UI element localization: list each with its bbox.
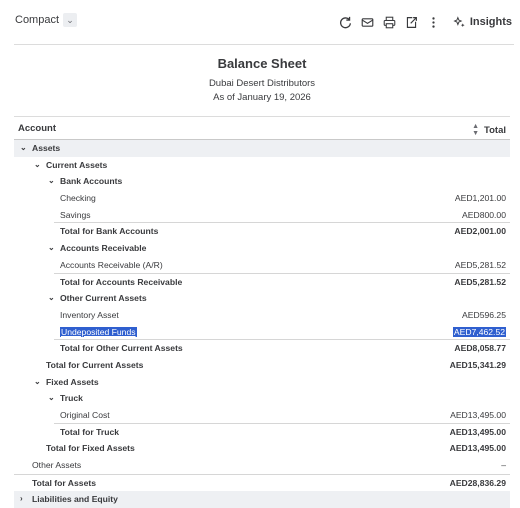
email-icon[interactable] [357, 12, 379, 32]
row-amount[interactable]: AED13,495.00 [450, 443, 506, 453]
table-row[interactable]: Total for Assets AED28,836.29 [14, 475, 510, 492]
row-amount[interactable]: AED1,201.00 [455, 193, 506, 203]
table-row[interactable]: Checking AED1,201.00 [14, 190, 510, 207]
row-label: Liabilities and Equity [32, 494, 118, 505]
row-amount[interactable]: AED2,001.00 [454, 226, 506, 236]
table-row[interactable]: ⌄ Assets [14, 140, 510, 157]
row-label[interactable]: Original Cost [60, 410, 110, 420]
row-label-selected[interactable]: Undeposited Funds [60, 326, 137, 337]
refresh-icon[interactable] [335, 12, 357, 32]
insights-icon [453, 15, 465, 27]
table-header: Account ▲ ▼ Total [14, 116, 510, 140]
row-amount[interactable]: AED28,836.29 [450, 478, 506, 488]
row-label: Truck [60, 393, 83, 404]
row-label[interactable]: Inventory Asset [60, 310, 119, 320]
table-row[interactable]: ⌄ Accounts Receivable [14, 240, 510, 257]
row-amount[interactable]: AED800.00 [462, 210, 506, 220]
chevron-down-icon[interactable]: ⌄ [34, 160, 41, 169]
table-row[interactable]: Total for Accounts Receivable AED5,281.5… [14, 274, 510, 291]
table-row[interactable]: Other Assets – [14, 457, 510, 475]
table-row[interactable]: Total for Fixed Assets AED13,495.00 [14, 440, 510, 457]
table-row[interactable]: Total for Other Current Assets AED8,058.… [14, 340, 510, 357]
row-label[interactable]: Savings [60, 210, 91, 220]
table-row[interactable]: Total for Truck AED13,495.00 [14, 424, 510, 441]
export-icon[interactable] [401, 12, 423, 32]
account-column-header[interactable]: Account [18, 123, 56, 134]
row-label[interactable]: Other Assets [32, 460, 81, 470]
table-row[interactable]: Savings AED800.00 [14, 207, 510, 224]
view-select[interactable]: Compact ⌄ [15, 13, 78, 27]
view-select-label: Compact [15, 14, 60, 26]
row-amount[interactable]: AED15,341.29 [450, 360, 506, 370]
row-label: Other Current Assets [60, 293, 147, 304]
more-icon[interactable] [423, 12, 445, 32]
table-row[interactable]: ⌄ Fixed Assets [14, 374, 510, 391]
row-amount[interactable]: AED8,058.77 [454, 343, 506, 353]
row-label: Total for Fixed Assets [46, 443, 135, 454]
row-label: Current Assets [46, 159, 108, 170]
report-date: As of January 19, 2026 [213, 92, 311, 103]
row-label: Total for Other Current Assets [60, 343, 183, 354]
report-toolbar: Compact ⌄ Insights [0, 0, 520, 44]
insights-label: Insights [469, 16, 512, 28]
toolbar-divider [14, 44, 514, 45]
table-row[interactable]: › Liabilities and Equity [14, 491, 510, 508]
row-amount[interactable]: AED5,281.52 [454, 277, 506, 287]
chevron-down-icon[interactable]: ⌄ [48, 243, 55, 252]
table-row[interactable]: ⌄ Truck [14, 390, 510, 407]
table-row[interactable]: Undeposited Funds AED7,462.52 [14, 324, 510, 341]
total-column-header[interactable]: ▲ ▼ Total [472, 123, 506, 137]
row-label: Accounts Receivable [60, 243, 147, 254]
row-amount[interactable]: AED596.25 [462, 310, 506, 320]
table-row[interactable]: Total for Current Assets AED15,341.29 [14, 357, 510, 374]
print-icon[interactable] [379, 12, 401, 32]
sort-icon: ▲ ▼ [472, 123, 479, 137]
table-row[interactable]: ⌄ Other Current Assets [14, 290, 510, 307]
row-amount[interactable]: AED13,495.00 [450, 427, 506, 437]
total-column-label: Total [484, 124, 506, 136]
row-label[interactable]: Accounts Receivable (A/R) [60, 260, 163, 270]
row-label: Total for Assets [32, 477, 96, 488]
row-label: Total for Current Assets [46, 359, 144, 370]
report-title: Balance Sheet [217, 56, 307, 71]
balance-sheet-table: Account ▲ ▼ Total ⌄ Assets ⌄ Current Asse… [14, 116, 510, 508]
table-row[interactable]: Inventory Asset AED596.25 [14, 307, 510, 324]
row-label[interactable]: Checking [60, 193, 96, 203]
chevron-down-icon: ⌄ [63, 13, 78, 27]
row-amount-selected[interactable]: AED7,462.52 [452, 326, 506, 337]
table-row[interactable]: Original Cost AED13,495.00 [14, 407, 510, 424]
chevron-down-icon[interactable]: ⌄ [34, 377, 41, 386]
insights-button[interactable]: Insights [453, 15, 512, 29]
row-label: Fixed Assets [46, 376, 99, 387]
chevron-down-icon[interactable]: ⌄ [20, 143, 27, 152]
chevron-down-icon[interactable]: ⌄ [48, 176, 55, 185]
row-label: Total for Bank Accounts [60, 226, 159, 237]
table-row[interactable]: Accounts Receivable (A/R) AED5,281.52 [14, 257, 510, 274]
chevron-down-icon[interactable]: ⌄ [48, 293, 55, 302]
row-amount[interactable]: AED5,281.52 [455, 260, 506, 270]
row-label: Bank Accounts [60, 176, 123, 187]
row-amount[interactable]: AED13,495.00 [450, 410, 506, 420]
company-name: Dubai Desert Distributors [208, 78, 316, 89]
row-amount[interactable]: – [501, 460, 506, 470]
row-label: Total for Accounts Receivable [60, 276, 183, 287]
report-header: Balance Sheet Dubai Desert Distributors … [14, 56, 510, 105]
row-label: Total for Truck [60, 426, 120, 437]
table-row[interactable]: ⌄ Bank Accounts [14, 173, 510, 190]
table-row[interactable]: Total for Bank Accounts AED2,001.00 [14, 223, 510, 240]
chevron-down-icon[interactable]: ⌄ [48, 393, 55, 402]
row-label: Assets [32, 143, 61, 153]
table-row[interactable]: ⌄ Current Assets [14, 157, 510, 174]
